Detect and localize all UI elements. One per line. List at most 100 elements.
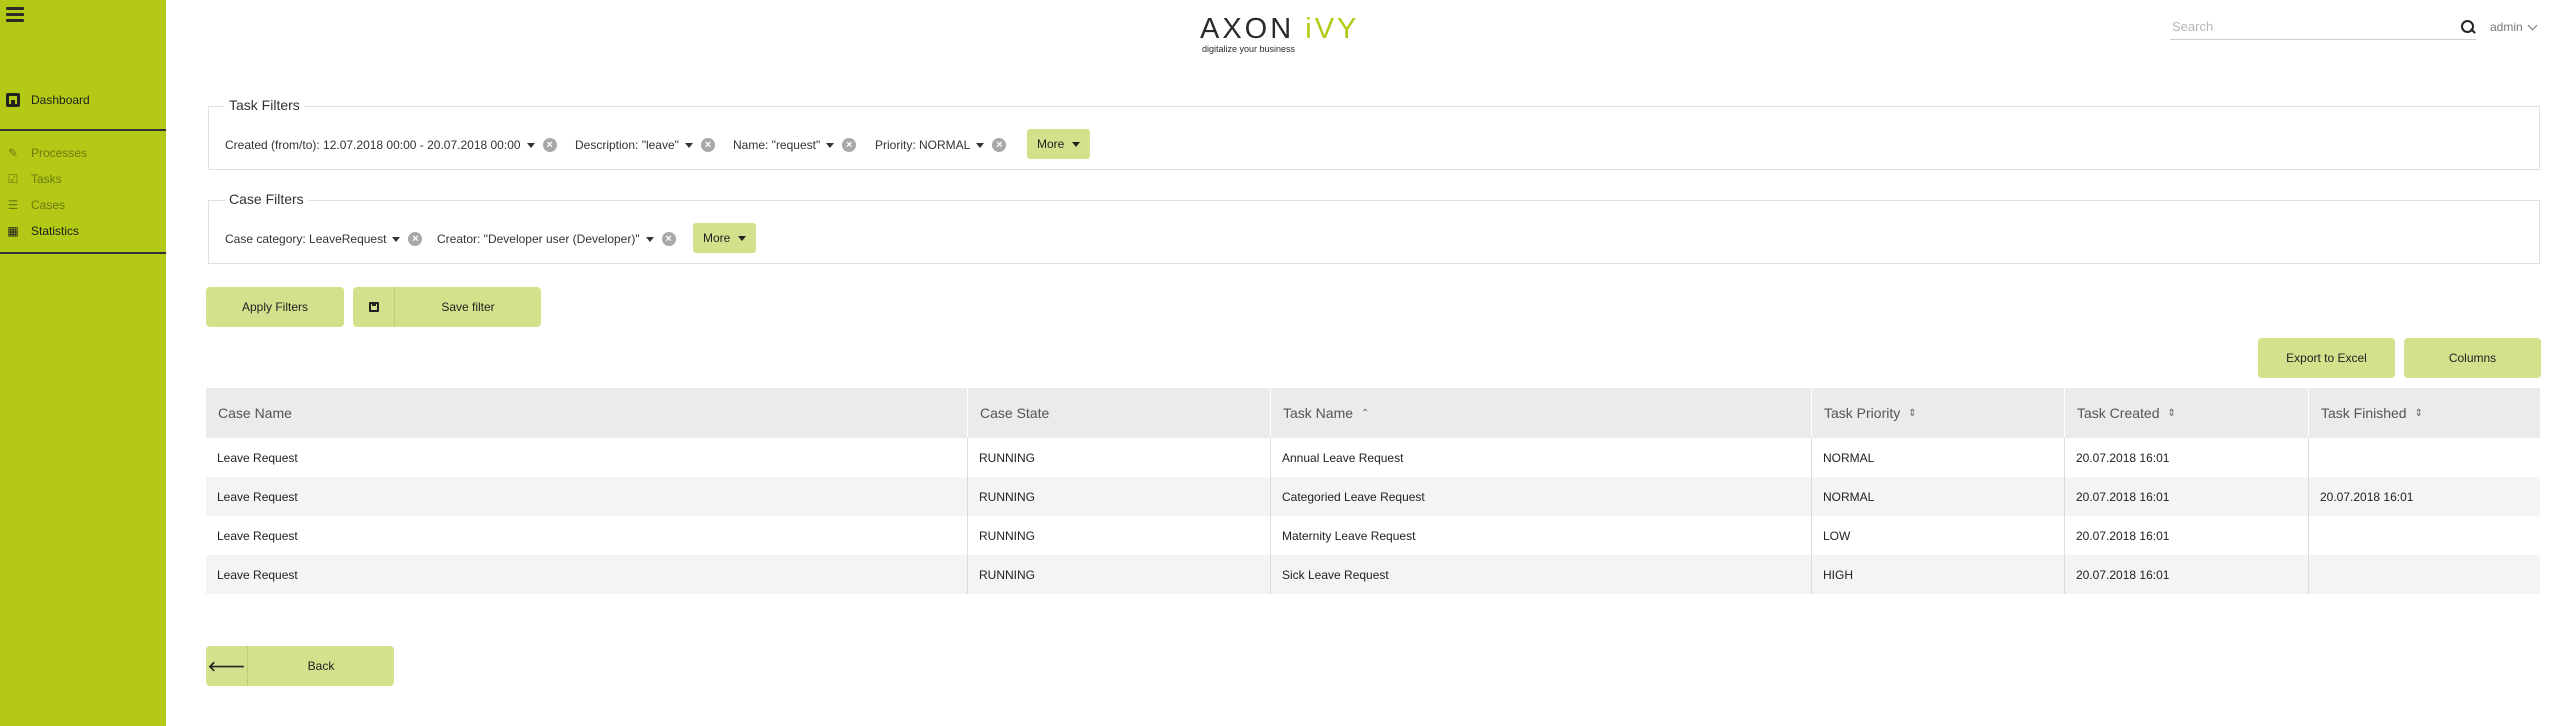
cell-task-name: Maternity Leave Request	[1271, 516, 1812, 555]
table-row[interactable]: Leave Request RUNNING Maternity Leave Re…	[206, 516, 2540, 555]
cell-task-name: Categoried Leave Request	[1271, 477, 1812, 516]
sidebar-item-statistics[interactable]: ▦ Statistics	[6, 222, 79, 240]
filter-chip-label: Creator: "Developer user (Developer)"	[437, 232, 640, 246]
apply-filters-label: Apply Filters	[241, 300, 309, 314]
column-header-label: Task Created	[2077, 405, 2160, 421]
cell-task-created: 20.07.2018 16:01	[2065, 438, 2309, 477]
user-menu[interactable]: admin	[2490, 20, 2538, 34]
cell-case-name: Leave Request	[206, 477, 968, 516]
column-header-case-state[interactable]: Case State	[968, 388, 1271, 438]
wrench-icon: ✎	[7, 146, 19, 160]
column-header-label: Task Finished	[2321, 405, 2407, 421]
floppy-disk-icon	[368, 302, 379, 312]
remove-filter-icon[interactable]: ×	[661, 232, 676, 246]
sidebar-item-label: Cases	[31, 198, 66, 212]
back-button[interactable]: 🡐 Back	[206, 646, 394, 686]
table-header: Case Name Case State Task Name ⌃ Task Pri…	[206, 388, 2540, 438]
table-row[interactable]: Leave Request RUNNING Categoried Leave R…	[206, 477, 2540, 516]
column-header-task-priority[interactable]: Task Priority ⇕	[1812, 388, 2065, 438]
filter-chip-description[interactable]: Description: "leave" ×	[575, 138, 715, 152]
cell-task-finished	[2309, 438, 2540, 477]
sidebar-divider	[0, 252, 166, 254]
remove-filter-icon[interactable]: ×	[992, 138, 1007, 152]
sort-asc-icon[interactable]: ⌃	[1361, 408, 1369, 419]
remove-filter-icon[interactable]: ×	[700, 138, 715, 152]
cell-case-state: RUNNING	[968, 516, 1271, 555]
table-row[interactable]: Leave Request RUNNING Annual Leave Reque…	[206, 438, 2540, 477]
sidebar-item-label: Processes	[31, 146, 88, 160]
case-filters-more-button[interactable]: More	[693, 223, 757, 253]
sidebar-item-label: Statistics	[31, 224, 80, 238]
cell-task-created: 20.07.2018 16:01	[2065, 477, 2309, 516]
filter-chip-name[interactable]: Name: "request" ×	[733, 138, 857, 152]
cell-case-name: Leave Request	[206, 555, 968, 594]
hamburger-menu-icon[interactable]	[6, 7, 24, 23]
filter-chip-label: Priority: NORMAL	[875, 138, 971, 152]
sort-icon[interactable]: ⇕	[1908, 408, 1916, 419]
case-filters-legend: Case Filters	[225, 191, 308, 207]
table-row[interactable]: Leave Request RUNNING Sick Leave Request…	[206, 555, 2540, 594]
remove-filter-icon[interactable]: ×	[408, 232, 423, 246]
filter-chip-priority[interactable]: Priority: NORMAL ×	[875, 138, 1007, 152]
filter-chip-creator[interactable]: Creator: "Developer user (Developer)" ×	[437, 232, 676, 246]
filter-chip-label: Description: "leave"	[575, 138, 679, 152]
sidebar-item-label: Tasks	[31, 172, 62, 186]
filter-chip-created[interactable]: Created (from/to): 12.07.2018 00:00 - 20…	[225, 138, 557, 152]
user-name: admin	[2490, 20, 2523, 34]
filter-chip-case-category[interactable]: Case category: LeaveRequest ×	[225, 232, 423, 246]
caret-down-icon	[645, 236, 654, 242]
column-header-task-name[interactable]: Task Name ⌃	[1271, 388, 1812, 438]
column-header-label: Case Name	[218, 405, 292, 421]
table-body: Leave Request RUNNING Annual Leave Reque…	[206, 438, 2540, 594]
filter-chip-label: Name: "request"	[733, 138, 821, 152]
cell-task-finished	[2309, 516, 2540, 555]
column-header-label: Case State	[980, 405, 1050, 421]
task-filters-more-button[interactable]: More	[1027, 129, 1091, 159]
arrow-left-icon: 🡐	[207, 657, 246, 674]
column-header-task-finished[interactable]: Task Finished ⇕	[2309, 388, 2540, 438]
task-filters-legend: Task Filters	[225, 97, 304, 113]
sidebar-item-cases[interactable]: ☰ Cases	[6, 196, 65, 214]
sidebar-item-tasks[interactable]: ☑ Tasks	[6, 170, 62, 188]
back-icon-wrap: 🡐	[206, 646, 248, 686]
caret-down-icon	[1072, 141, 1081, 147]
global-search	[2170, 14, 2476, 40]
cell-task-priority: NORMAL	[1812, 438, 2065, 477]
caret-down-icon	[392, 236, 401, 242]
sort-icon[interactable]: ⇕	[2415, 408, 2423, 419]
logo-tagline: digitalize your business	[1202, 44, 1296, 54]
cell-task-priority: LOW	[1812, 516, 2065, 555]
sidebar-item-dashboard[interactable]: Dashboard	[6, 89, 90, 111]
column-header-case-name[interactable]: Case Name	[206, 388, 968, 438]
caret-down-icon	[526, 142, 535, 148]
filter-chip-label: Created (from/to): 12.07.2018 00:00 - 20…	[225, 138, 521, 152]
cell-task-name: Annual Leave Request	[1271, 438, 1812, 477]
column-header-task-created[interactable]: Task Created ⇕	[2065, 388, 2309, 438]
cell-task-created: 20.07.2018 16:01	[2065, 516, 2309, 555]
save-filter-button[interactable]: Save filter	[353, 287, 541, 327]
statistics-table: Case Name Case State Task Name ⌃ Task Pri…	[206, 388, 2540, 594]
caret-down-icon	[976, 142, 985, 148]
calendar-icon: ▦	[7, 224, 19, 238]
logo-accent-text: iVY	[1305, 13, 1360, 45]
columns-button[interactable]: Columns	[2404, 338, 2541, 378]
export-to-excel-button[interactable]: Export to Excel	[2258, 338, 2395, 378]
cell-task-finished: 20.07.2018 16:01	[2320, 489, 2414, 504]
apply-filters-button[interactable]: Apply Filters	[206, 287, 344, 327]
search-icon[interactable]	[2460, 19, 2476, 35]
search-input[interactable]	[2170, 19, 2460, 34]
cell-task-priority: HIGH	[1812, 555, 2065, 594]
axon-ivy-logo[interactable]: AXON iVY digitalize your business	[1200, 14, 1370, 54]
remove-filter-icon[interactable]: ×	[542, 138, 557, 152]
caret-down-icon	[826, 142, 835, 148]
filter-chip-label: Case category: LeaveRequest	[225, 232, 387, 246]
checkbox-icon: ☑	[7, 172, 19, 186]
sidebar-item-processes[interactable]: ✎ Processes	[6, 144, 87, 162]
cell-task-finished	[2309, 555, 2540, 594]
sort-icon[interactable]: ⇕	[2167, 408, 2175, 419]
columns-label: Columns	[2448, 351, 2497, 365]
remove-filter-icon[interactable]: ×	[842, 138, 857, 152]
list-icon: ☰	[7, 198, 19, 212]
caret-down-icon	[684, 142, 693, 148]
more-label: More	[703, 231, 731, 245]
